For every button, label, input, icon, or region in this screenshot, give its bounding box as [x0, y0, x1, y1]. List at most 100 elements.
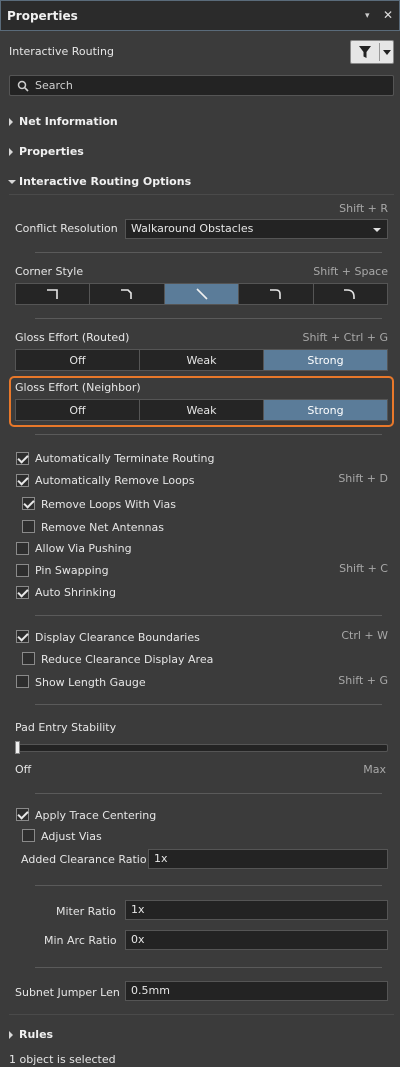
reduce-clearance-checkbox[interactable]	[22, 652, 35, 665]
remove-net-antennas-label: Remove Net Antennas	[41, 521, 164, 534]
expand-arrow-icon[interactable]	[9, 118, 13, 126]
pin-swapping-shortcut: Shift + C	[339, 562, 388, 575]
auto-remove-loops-shortcut: Shift + D	[338, 472, 388, 485]
remove-loops-vias-label: Remove Loops With Vias	[41, 498, 177, 511]
search-box[interactable]: Search	[9, 75, 394, 96]
min-arc-ratio-input[interactable]: 0x	[125, 930, 388, 950]
subnet-jumper-input[interactable]: 0.5mm	[125, 981, 388, 1001]
auto-shrinking-checkbox[interactable]	[16, 586, 29, 599]
close-icon[interactable]: ✕	[383, 8, 393, 22]
chevron-down-icon	[383, 50, 391, 55]
gloss-routed-label: Gloss Effort (Routed)	[15, 331, 130, 344]
miter-ratio-input[interactable]: 1x	[125, 900, 388, 920]
allow-via-pushing-checkbox[interactable]	[16, 542, 29, 555]
gloss-neighbor-strong[interactable]: Strong	[264, 400, 387, 420]
remove-net-antennas-checkbox[interactable]	[22, 520, 35, 533]
mode-label: Interactive Routing	[9, 45, 114, 58]
panel-title: Properties	[7, 9, 78, 23]
gloss-neighbor-off[interactable]: Off	[16, 400, 140, 420]
subnet-jumper-label: Subnet Jumper Len	[15, 986, 120, 999]
gloss-routed-shortcut: Shift + Ctrl + G	[302, 331, 388, 344]
pin-icon[interactable]: ▾	[365, 11, 370, 21]
gloss-neighbor-weak[interactable]: Weak	[140, 400, 264, 420]
section-properties[interactable]: Properties	[19, 145, 84, 158]
display-clearance-label: Display Clearance Boundaries	[35, 631, 200, 644]
corner-style-group	[15, 283, 388, 305]
chevron-down-icon	[373, 228, 381, 232]
pin-swapping-label: Pin Swapping	[35, 564, 109, 577]
apply-trace-centering-checkbox[interactable]	[16, 808, 29, 821]
conflict-resolution-select[interactable]: Walkaround Obstacles	[125, 219, 388, 239]
reduce-clearance-label: Reduce Clearance Display Area	[41, 653, 214, 666]
divider	[35, 252, 382, 253]
pad-entry-label: Pad Entry Stability	[15, 721, 117, 734]
corner-any-angle-button[interactable]	[164, 284, 240, 304]
section-divider	[9, 1014, 394, 1015]
display-clearance-shortcut: Ctrl + W	[341, 629, 388, 642]
filter-icon	[359, 46, 371, 58]
allow-via-pushing-label: Allow Via Pushing	[35, 542, 132, 555]
panel-titlebar: Properties ▾ ✕	[0, 0, 400, 31]
corner-90-icon	[46, 289, 58, 299]
miter-ratio-label: Miter Ratio	[56, 905, 116, 918]
gloss-routed-weak[interactable]: Weak	[140, 350, 264, 370]
conflict-resolution-label: Conflict Resolution	[15, 222, 118, 235]
divider	[35, 434, 382, 435]
filter-button[interactable]	[350, 40, 394, 64]
corner-any-angle-icon	[195, 288, 208, 300]
auto-remove-loops-label: Automatically Remove Loops	[35, 474, 195, 487]
expand-arrow-icon[interactable]	[9, 1031, 13, 1039]
gloss-routed-off[interactable]: Off	[16, 350, 140, 370]
conflict-resolution-value: Walkaround Obstacles	[131, 222, 254, 235]
show-length-gauge-checkbox[interactable]	[16, 675, 29, 688]
min-arc-ratio-label: Min Arc Ratio	[44, 934, 117, 947]
adjust-vias-label: Adjust Vias	[41, 830, 102, 843]
divider	[35, 704, 382, 705]
pad-entry-min-label: Off	[15, 763, 32, 776]
section-rules[interactable]: Rules	[19, 1028, 53, 1041]
expand-arrow-icon[interactable]	[9, 148, 13, 156]
pad-entry-slider-thumb[interactable]	[15, 741, 20, 754]
corner-45-icon	[121, 289, 132, 299]
show-length-gauge-label: Show Length Gauge	[35, 676, 146, 689]
divider	[35, 885, 382, 886]
corner-arc-90-icon	[344, 289, 356, 299]
gloss-routed-strong[interactable]: Strong	[264, 350, 387, 370]
corner-arc-45-button[interactable]	[239, 284, 314, 304]
selection-status: 1 object is selected	[9, 1053, 116, 1066]
pin-swapping-checkbox[interactable]	[16, 564, 29, 577]
gloss-routed-group: Off Weak Strong	[15, 349, 388, 371]
corner-arc-90-button[interactable]	[314, 284, 387, 304]
corner-style-label: Corner Style	[15, 265, 84, 278]
auto-terminate-label: Automatically Terminate Routing	[35, 452, 215, 465]
search-placeholder: Search	[35, 79, 73, 92]
corner-45-button[interactable]	[90, 284, 165, 304]
section-interactive-routing-options[interactable]: Interactive Routing Options	[19, 175, 191, 188]
section-divider	[9, 194, 394, 195]
apply-trace-centering-label: Apply Trace Centering	[35, 809, 157, 822]
gloss-neighbor-group: Off Weak Strong	[15, 399, 388, 421]
show-length-gauge-shortcut: Shift + G	[338, 674, 388, 687]
gloss-neighbor-label: Gloss Effort (Neighbor)	[15, 381, 141, 394]
divider	[35, 793, 382, 794]
auto-shrinking-label: Auto Shrinking	[35, 586, 116, 599]
conflict-shortcut: Shift + R	[339, 202, 388, 215]
corner-style-shortcut: Shift + Space	[313, 265, 388, 278]
divider	[35, 318, 382, 319]
divider	[35, 967, 382, 968]
collapse-arrow-icon[interactable]	[8, 180, 16, 184]
divider	[35, 615, 382, 616]
display-clearance-checkbox[interactable]	[16, 630, 29, 643]
pad-entry-max-label: Max	[363, 763, 386, 776]
search-icon	[17, 80, 29, 92]
corner-90-button[interactable]	[16, 284, 91, 304]
auto-terminate-checkbox[interactable]	[16, 452, 29, 465]
remove-loops-vias-checkbox[interactable]	[22, 497, 35, 510]
corner-arc-45-icon	[269, 289, 281, 299]
adjust-vias-checkbox[interactable]	[22, 829, 35, 842]
auto-remove-loops-checkbox[interactable]	[16, 474, 29, 487]
section-net-information[interactable]: Net Information	[19, 115, 118, 128]
status-bar: 1 object is selected	[0, 1050, 400, 1067]
added-clearance-input[interactable]: 1x	[148, 849, 388, 869]
pad-entry-slider[interactable]	[15, 744, 388, 752]
